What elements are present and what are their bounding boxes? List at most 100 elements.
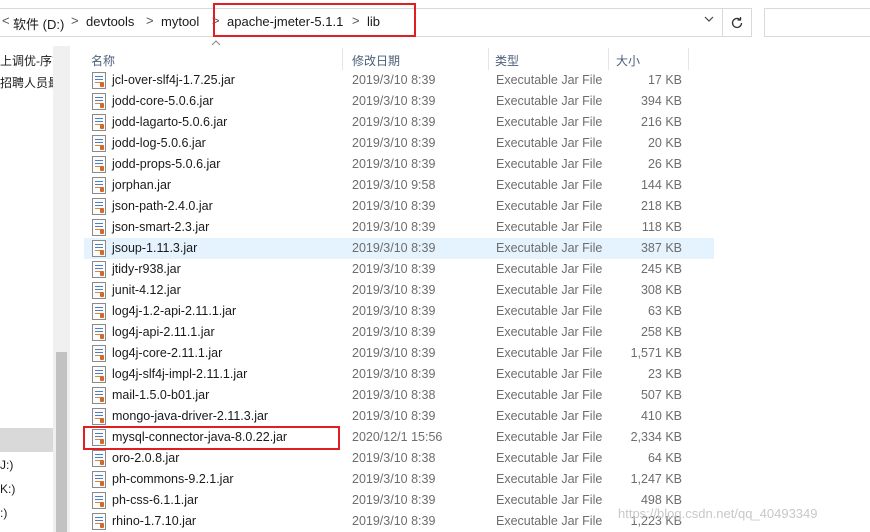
file-type: Executable Jar File (496, 136, 603, 150)
jar-file-icon (92, 240, 106, 257)
column-divider[interactable] (488, 48, 489, 70)
file-row[interactable]: log4j-1.2-api-2.11.1.jar 2019/3/10 8:39 Ex… (84, 301, 714, 322)
column-header-name[interactable]: 名称 (91, 52, 115, 69)
jar-file-icon (92, 177, 106, 194)
jar-file-icon (92, 471, 106, 488)
nav-item-selected[interactable] (0, 428, 53, 452)
file-row[interactable]: json-smart-2.3.jar 2019/3/10 8:39 Executab… (84, 217, 714, 238)
file-name: json-smart-2.3.jar (112, 220, 210, 234)
file-date-modified: 2019/3/10 8:38 (352, 388, 436, 402)
jar-file-icon (92, 156, 106, 173)
file-row[interactable]: jodd-core-5.0.6.jar 2019/3/10 8:39 Executa… (84, 91, 714, 112)
file-row[interactable]: mongo-java-driver-2.11.3.jar 2019/3/10 8:… (84, 406, 714, 427)
breadcrumb-separator[interactable]: > (71, 13, 79, 28)
file-type: Executable Jar File (496, 430, 603, 444)
breadcrumb-devtools[interactable]: devtools (86, 14, 134, 29)
file-row[interactable]: log4j-api-2.11.1.jar 2019/3/10 8:39 Execut… (84, 322, 714, 343)
breadcrumb-mytool[interactable]: mytool (161, 14, 199, 29)
file-date-modified: 2019/3/10 8:39 (352, 514, 436, 528)
file-name: junit-4.12.jar (112, 283, 181, 297)
file-name: jodd-log-5.0.6.jar (112, 136, 206, 150)
file-name: oro-2.0.8.jar (112, 451, 180, 465)
refresh-icon (731, 16, 743, 28)
file-type: Executable Jar File (496, 262, 603, 276)
file-size: 118 KB (641, 220, 682, 234)
column-divider[interactable] (608, 48, 609, 70)
chevron-down-icon[interactable] (704, 14, 714, 26)
file-type: Executable Jar File (496, 115, 603, 129)
file-size: 308 KB (640, 283, 682, 297)
file-name: log4j-core-2.11.1.jar (112, 346, 223, 360)
file-date-modified: 2019/3/10 8:39 (352, 304, 436, 318)
file-row[interactable]: jsoup-1.11.3.jar 2019/3/10 8:39 Executable… (84, 238, 714, 259)
column-divider[interactable] (688, 48, 689, 70)
file-row[interactable]: jodd-log-5.0.6.jar 2019/3/10 8:39 Executab… (84, 133, 714, 154)
file-type: Executable Jar File (496, 220, 603, 234)
column-divider[interactable] (342, 48, 343, 70)
file-date-modified: 2019/3/10 8:39 (352, 94, 436, 108)
file-size: 1,247 KB (630, 472, 682, 486)
breadcrumb-highlight-box (213, 3, 416, 37)
file-row[interactable]: oro-2.0.8.jar 2019/3/10 8:38 Executable Ja… (84, 448, 714, 469)
file-size: 26 KB (647, 157, 682, 171)
file-name: ph-commons-9.2.1.jar (112, 472, 234, 486)
jar-file-icon (92, 72, 106, 89)
file-type: Executable Jar File (496, 346, 603, 360)
file-row[interactable]: jtidy-r938.jar 2019/3/10 8:39 Executable J… (84, 259, 714, 280)
file-size: 2,334 KB (630, 430, 682, 444)
file-size: 63 KB (647, 304, 682, 318)
file-date-modified: 2019/3/10 8:39 (352, 262, 436, 276)
file-highlight-box (83, 426, 340, 450)
nav-scrollbar-thumb[interactable] (56, 352, 67, 532)
file-row[interactable]: jodd-props-5.0.6.jar 2019/3/10 8:39 Execut… (84, 154, 714, 175)
file-type: Executable Jar File (496, 157, 603, 171)
breadcrumb-separator[interactable]: > (146, 13, 154, 28)
file-name: mongo-java-driver-2.11.3.jar (112, 409, 269, 423)
file-name: jodd-core-5.0.6.jar (112, 94, 214, 108)
column-header-type[interactable]: 类型 (495, 52, 519, 69)
file-type: Executable Jar File (496, 94, 603, 108)
file-size: 216 KB (640, 115, 682, 129)
refresh-button[interactable] (723, 8, 752, 37)
breadcrumb-drive[interactable]: 软件 (D:) (13, 14, 64, 33)
jar-file-icon (92, 492, 106, 509)
file-row[interactable]: junit-4.12.jar 2019/3/10 8:39 Executable J… (84, 280, 714, 301)
file-type: Executable Jar File (496, 325, 603, 339)
file-name: mail-1.5.0-b01.jar (112, 388, 210, 402)
file-row[interactable]: json-path-2.4.0.jar 2019/3/10 8:39 Executa… (84, 196, 714, 217)
file-name: jtidy-r938.jar (112, 262, 181, 276)
file-name: log4j-1.2-api-2.11.1.jar (112, 304, 237, 318)
nav-item-folder[interactable]: 招聘人员最 (0, 74, 60, 91)
file-date-modified: 2019/3/10 8:39 (352, 73, 436, 87)
breadcrumb-overflow-chevron[interactable]: < (2, 13, 10, 28)
file-name: jorphan.jar (112, 178, 172, 192)
file-size: 17 KB (647, 73, 682, 87)
file-row[interactable]: log4j-core-2.11.1.jar 2019/3/10 8:39 Execu… (84, 343, 714, 364)
file-row[interactable]: jcl-over-slf4j-1.7.25.jar 2019/3/10 8:39 E… (84, 70, 714, 91)
file-type: Executable Jar File (496, 199, 603, 213)
file-row[interactable]: ph-commons-9.2.1.jar 2019/3/10 8:39 Execut… (84, 469, 714, 490)
jar-file-icon (92, 93, 106, 110)
file-type: Executable Jar File (496, 178, 603, 192)
file-row[interactable]: jorphan.jar 2019/3/10 9:58 Executable Jar … (84, 175, 714, 196)
nav-item-drive[interactable]: K:) (0, 482, 15, 496)
file-row[interactable]: log4j-slf4j-impl-2.11.1.jar 2019/3/10 8:3… (84, 364, 714, 385)
jar-file-icon (92, 303, 106, 320)
nav-item-drive[interactable]: J:) (0, 458, 13, 472)
file-type: Executable Jar File (496, 367, 603, 381)
file-size: 507 KB (640, 388, 682, 402)
search-input[interactable] (764, 8, 870, 37)
column-header-row: 名称 修改日期 类型 大小 (80, 46, 720, 72)
nav-item-drive[interactable]: :) (0, 506, 7, 520)
file-size: 410 KB (640, 409, 682, 423)
file-size: 20 KB (647, 136, 682, 150)
file-date-modified: 2019/3/10 8:39 (352, 157, 436, 171)
file-row[interactable]: jodd-lagarto-5.0.6.jar 2019/3/10 8:39 Exec… (84, 112, 714, 133)
jar-file-icon (92, 387, 106, 404)
file-date-modified: 2019/3/10 8:39 (352, 346, 436, 360)
column-header-date[interactable]: 修改日期 (352, 52, 400, 69)
file-type: Executable Jar File (496, 451, 603, 465)
column-header-size[interactable]: 大小 (616, 52, 640, 69)
file-row[interactable]: mail-1.5.0-b01.jar 2019/3/10 8:38 Executab… (84, 385, 714, 406)
jar-file-icon (92, 114, 106, 131)
